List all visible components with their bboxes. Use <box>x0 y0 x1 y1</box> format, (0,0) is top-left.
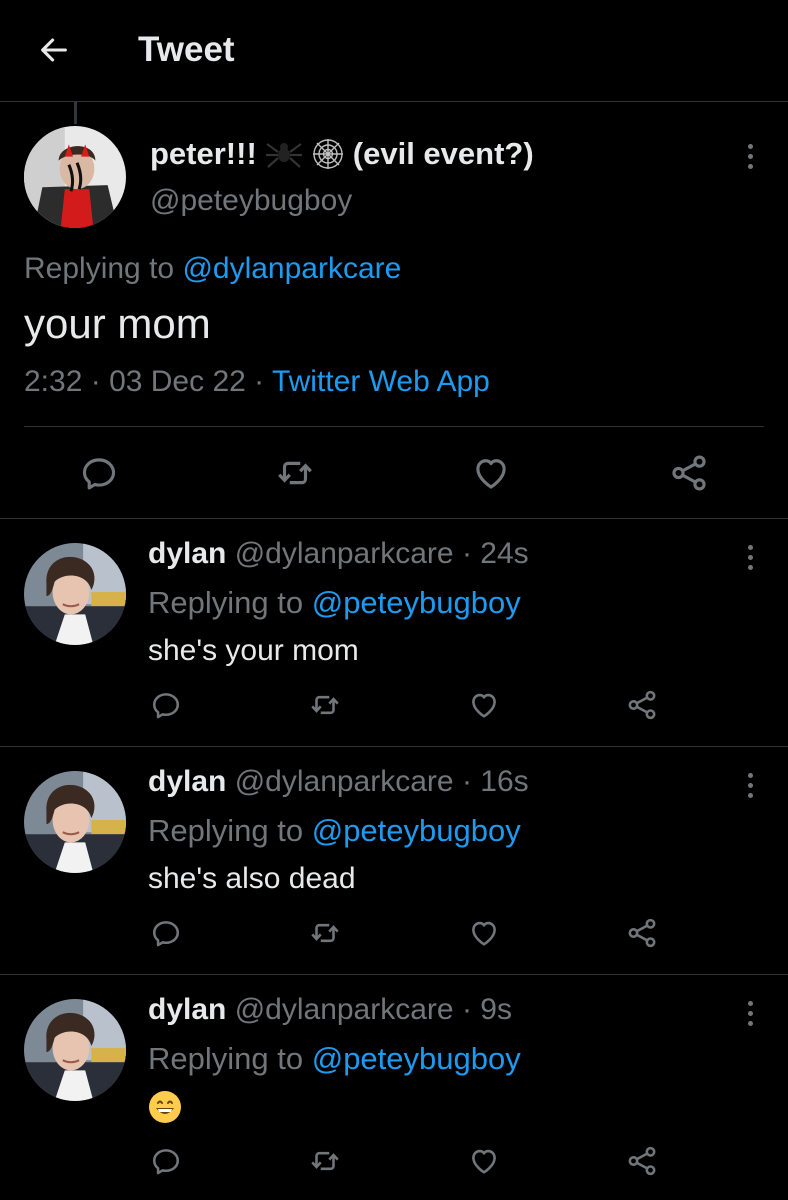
replying-to: Replying to @peteybugboy <box>148 813 521 849</box>
top-bar: Tweet <box>0 0 788 102</box>
reply-time[interactable]: 24s <box>480 537 528 570</box>
reply-button[interactable] <box>74 448 124 498</box>
display-name[interactable]: dylan <box>148 993 226 1026</box>
replying-label: Replying to <box>24 252 175 285</box>
avatar[interactable] <box>24 543 126 645</box>
heart-icon <box>470 452 512 494</box>
display-name[interactable]: dylan <box>148 765 226 798</box>
divider <box>24 426 764 427</box>
spider-web-icon <box>312 139 343 169</box>
reply-header: dylan @dylanparkcare · 24s <box>148 537 529 570</box>
tweet-actions <box>0 913 788 963</box>
reply-button[interactable] <box>146 913 186 953</box>
reply-tweet[interactable]: dylan @dylanparkcare · 16s Replying to @… <box>0 747 788 975</box>
share-icon <box>625 1144 659 1178</box>
comment-icon <box>149 688 183 722</box>
comment-icon <box>78 452 120 494</box>
tweet-time[interactable]: 2:32 <box>24 365 82 398</box>
display-name: peter!!! <box>150 136 257 171</box>
display-name[interactable]: dylan <box>148 537 226 570</box>
thread-connector <box>74 102 77 124</box>
tweet-source[interactable]: Twitter Web App <box>272 365 490 398</box>
tweet-text: she's your mom <box>148 634 359 667</box>
replying-to: Replying to @dylanparkcare <box>24 252 401 286</box>
replying-to-link[interactable]: @peteybugboy <box>312 1041 521 1076</box>
heart-icon <box>467 1144 501 1178</box>
retweet-button[interactable] <box>305 1141 345 1181</box>
more-vertical-icon[interactable] <box>740 136 760 176</box>
replying-to-link[interactable]: @dylanparkcare <box>182 252 401 285</box>
share-button[interactable] <box>622 1141 662 1181</box>
heart-icon <box>467 916 501 950</box>
author-handle[interactable]: @dylanparkcare <box>235 765 454 798</box>
replying-to: Replying to @peteybugboy <box>148 1041 521 1077</box>
tweet-actions <box>0 448 788 498</box>
grinning-emoji-icon <box>149 1091 181 1123</box>
page-title: Tweet <box>138 30 235 69</box>
avatar[interactable] <box>24 999 126 1101</box>
author-handle[interactable]: @dylanparkcare <box>235 537 454 570</box>
like-button[interactable] <box>466 448 516 498</box>
comment-icon <box>149 1144 183 1178</box>
more-vertical-icon[interactable] <box>740 537 760 577</box>
share-button[interactable] <box>664 448 714 498</box>
tweet-meta: 2:32 · 03 Dec 22 · Twitter Web App <box>24 365 490 398</box>
author-handle[interactable]: @peteybugboy <box>150 184 352 218</box>
like-button[interactable] <box>464 685 504 725</box>
tweet-actions <box>0 685 788 735</box>
like-button[interactable] <box>464 913 504 953</box>
replying-to-link[interactable]: @peteybugboy <box>312 585 521 620</box>
more-vertical-icon[interactable] <box>740 765 760 805</box>
retweet-icon <box>308 688 342 722</box>
share-icon <box>668 452 710 494</box>
comment-icon <box>149 916 183 950</box>
retweet-icon <box>308 916 342 950</box>
tweet-actions <box>0 1141 788 1191</box>
replying-label: Replying to <box>148 585 304 620</box>
reply-button[interactable] <box>146 685 186 725</box>
tweet-date[interactable]: 03 Dec 22 <box>109 365 246 398</box>
share-icon <box>625 688 659 722</box>
avatar[interactable] <box>24 126 126 228</box>
replying-to-link[interactable]: @peteybugboy <box>312 813 521 848</box>
more-vertical-icon[interactable] <box>740 993 760 1033</box>
heart-icon <box>467 688 501 722</box>
replying-label: Replying to <box>148 1041 304 1076</box>
spider-icon <box>265 143 302 168</box>
retweet-button[interactable] <box>305 913 345 953</box>
replying-label: Replying to <box>148 813 304 848</box>
tweet-text: she's also dead <box>148 862 356 895</box>
tweet-text: your mom <box>24 300 211 347</box>
share-icon <box>625 916 659 950</box>
share-button[interactable] <box>622 913 662 953</box>
author-name[interactable]: peter!!! (evil event?) <box>150 136 534 172</box>
replying-to: Replying to @peteybugboy <box>148 585 521 621</box>
retweet-button[interactable] <box>305 685 345 725</box>
avatar[interactable] <box>24 771 126 873</box>
tweet-text <box>148 1090 182 1132</box>
reply-time[interactable]: 16s <box>480 765 528 798</box>
reply-header: dylan @dylanparkcare · 9s <box>148 993 512 1026</box>
author-handle[interactable]: @dylanparkcare <box>235 993 454 1026</box>
arrow-left-icon <box>41 38 67 62</box>
reply-button[interactable] <box>146 1141 186 1181</box>
display-name-suffix: (evil event?) <box>352 136 534 171</box>
reply-time[interactable]: 9s <box>480 993 512 1026</box>
share-button[interactable] <box>622 685 662 725</box>
reply-tweet[interactable]: dylan @dylanparkcare · 9s Replying to @p… <box>0 975 788 1200</box>
retweet-button[interactable] <box>270 448 320 498</box>
reply-header: dylan @dylanparkcare · 16s <box>148 765 529 798</box>
back-button[interactable] <box>34 30 74 70</box>
reply-tweet[interactable]: dylan @dylanparkcare · 24s Replying to @… <box>0 519 788 747</box>
retweet-icon <box>308 1144 342 1178</box>
retweet-icon <box>274 452 316 494</box>
like-button[interactable] <box>464 1141 504 1181</box>
